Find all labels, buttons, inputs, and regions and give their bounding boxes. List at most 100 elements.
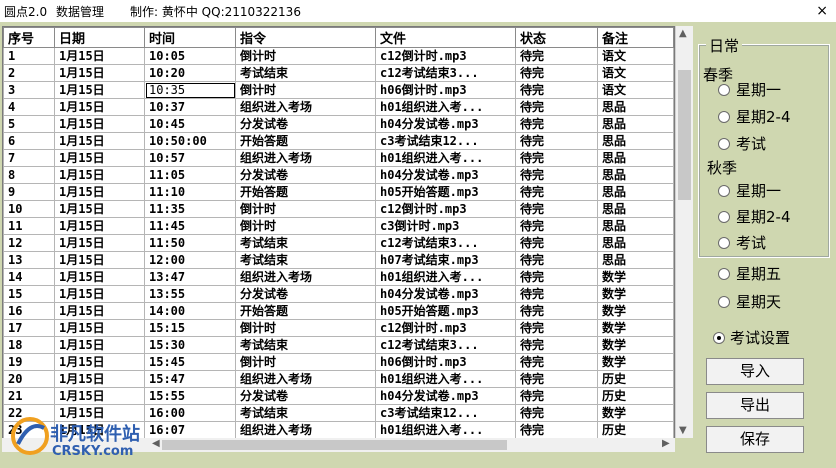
cell-index[interactable]: 7: [3, 149, 55, 167]
cell-file[interactable]: h01组织进入考...: [375, 149, 516, 167]
spring-tue-thu-label[interactable]: 星期2-4: [736, 106, 791, 127]
cell-index[interactable]: 19: [3, 353, 55, 371]
cell-status[interactable]: 待完: [515, 115, 598, 133]
cell-date[interactable]: 1月15日: [54, 302, 145, 320]
save-button[interactable]: 保存: [706, 426, 804, 453]
cell-index[interactable]: 14: [3, 268, 55, 286]
cell-date[interactable]: 1月15日: [54, 200, 145, 218]
cell-command[interactable]: 组织进入考场: [235, 370, 376, 388]
cell-index[interactable]: 10: [3, 200, 55, 218]
header-time[interactable]: 时间: [144, 27, 236, 48]
cell-time[interactable]: 10:20: [144, 64, 236, 82]
cell-index[interactable]: 8: [3, 166, 55, 184]
cell-command[interactable]: 考试结束: [235, 64, 376, 82]
table-row[interactable]: 3 1月15日 10:35 倒计时 h06倒计时.mp3 待完 语文: [3, 81, 674, 99]
cell-command[interactable]: 倒计时: [235, 200, 376, 218]
autumn-tue-thu-label[interactable]: 星期2-4: [736, 206, 791, 227]
table-row[interactable]: 6 1月15日 10:50:00 开始答题 c3考试结束12... 待完 思品: [3, 132, 674, 150]
radio-spring-exam[interactable]: [718, 138, 730, 150]
radio-exam-settings[interactable]: [713, 332, 725, 344]
cell-file[interactable]: h05开始答题.mp3: [375, 183, 516, 201]
cell-time[interactable]: 10:35: [144, 81, 236, 99]
cell-date[interactable]: 1月15日: [54, 98, 145, 116]
import-button[interactable]: 导入: [706, 358, 804, 385]
header-command[interactable]: 指令: [235, 27, 376, 48]
vertical-scroll-thumb[interactable]: [678, 70, 691, 200]
table-row[interactable]: 10 1月15日 11:35 倒计时 c12倒计时.mp3 待完 思品: [3, 200, 674, 218]
cell-status[interactable]: 待完: [515, 404, 598, 422]
cell-time[interactable]: 10:57: [144, 149, 236, 167]
cell-status[interactable]: 待完: [515, 302, 598, 320]
cell-date[interactable]: 1月15日: [54, 81, 145, 99]
cell-command[interactable]: 倒计时: [235, 353, 376, 371]
cell-file[interactable]: c3倒计时.mp3: [375, 217, 516, 235]
cell-file[interactable]: h04分发试卷.mp3: [375, 285, 516, 303]
table-row[interactable]: 16 1月15日 14:00 开始答题 h05开始答题.mp3 待完 数学: [3, 302, 674, 320]
cell-status[interactable]: 待完: [515, 200, 598, 218]
cell-date[interactable]: 1月15日: [54, 251, 145, 269]
cell-command[interactable]: 分发试卷: [235, 115, 376, 133]
cell-file[interactable]: h01组织进入考...: [375, 268, 516, 286]
cell-index[interactable]: 15: [3, 285, 55, 303]
cell-status[interactable]: 待完: [515, 98, 598, 116]
cell-date[interactable]: 1月15日: [54, 319, 145, 337]
table-row[interactable]: 11 1月15日 11:45 倒计时 c3倒计时.mp3 待完 思品: [3, 217, 674, 235]
cell-file[interactable]: c12倒计时.mp3: [375, 200, 516, 218]
cell-status[interactable]: 待完: [515, 183, 598, 201]
cell-date[interactable]: 1月15日: [54, 166, 145, 184]
cell-note[interactable]: 思品: [597, 115, 674, 133]
cell-date[interactable]: 1月15日: [54, 217, 145, 235]
friday-label[interactable]: 星期五: [736, 263, 781, 284]
table-row[interactable]: 18 1月15日 15:30 考试结束 c12考试结束3... 待完 数学: [3, 336, 674, 354]
cell-command[interactable]: 开始答题: [235, 183, 376, 201]
cell-file[interactable]: c12倒计时.mp3: [375, 47, 516, 65]
cell-command[interactable]: 分发试卷: [235, 166, 376, 184]
cell-note[interactable]: 数学: [597, 404, 674, 422]
header-date[interactable]: 日期: [54, 27, 145, 48]
cell-time[interactable]: 15:47: [144, 370, 236, 388]
cell-index[interactable]: 17: [3, 319, 55, 337]
radio-friday[interactable]: [718, 268, 730, 280]
cell-command[interactable]: 倒计时: [235, 81, 376, 99]
radio-sunday[interactable]: [718, 296, 730, 308]
cell-time[interactable]: 10:50:00: [144, 132, 236, 150]
cell-note[interactable]: 历史: [597, 421, 674, 439]
cell-index[interactable]: 11: [3, 217, 55, 235]
scroll-right-icon[interactable]: ▶: [662, 438, 670, 449]
vertical-scrollbar[interactable]: ▲ ▼: [675, 26, 693, 438]
cell-index[interactable]: 16: [3, 302, 55, 320]
cell-command[interactable]: 倒计时: [235, 47, 376, 65]
header-status[interactable]: 状态: [515, 27, 598, 48]
cell-time[interactable]: 15:45: [144, 353, 236, 371]
cell-command[interactable]: 组织进入考场: [235, 421, 376, 439]
cell-index[interactable]: 1: [3, 47, 55, 65]
cell-date[interactable]: 1月15日: [54, 132, 145, 150]
cell-file[interactable]: h04分发试卷.mp3: [375, 387, 516, 405]
cell-note[interactable]: 历史: [597, 387, 674, 405]
table-row[interactable]: 5 1月15日 10:45 分发试卷 h04分发试卷.mp3 待完 思品: [3, 115, 674, 133]
spring-exam-label[interactable]: 考试: [736, 133, 766, 154]
cell-time[interactable]: 10:37: [144, 98, 236, 116]
header-note[interactable]: 备注: [597, 27, 674, 48]
autumn-exam-label[interactable]: 考试: [736, 232, 766, 253]
table-row[interactable]: 21 1月15日 15:55 分发试卷 h04分发试卷.mp3 待完 历史: [3, 387, 674, 405]
cell-time[interactable]: 11:05: [144, 166, 236, 184]
cell-file[interactable]: c12考试结束3...: [375, 64, 516, 82]
cell-date[interactable]: 1月15日: [54, 115, 145, 133]
cell-status[interactable]: 待完: [515, 47, 598, 65]
cell-note[interactable]: 语文: [597, 47, 674, 65]
cell-status[interactable]: 待完: [515, 268, 598, 286]
cell-file[interactable]: h07考试结束.mp3: [375, 251, 516, 269]
cell-command[interactable]: 考试结束: [235, 404, 376, 422]
table-row[interactable]: 15 1月15日 13:55 分发试卷 h04分发试卷.mp3 待完 数学: [3, 285, 674, 303]
cell-file[interactable]: h06倒计时.mp3: [375, 81, 516, 99]
radio-autumn-tue-thu[interactable]: [718, 211, 730, 223]
cell-note[interactable]: 数学: [597, 285, 674, 303]
cell-time[interactable]: 11:35: [144, 200, 236, 218]
cell-date[interactable]: 1月15日: [54, 353, 145, 371]
cell-date[interactable]: 1月15日: [54, 183, 145, 201]
cell-command[interactable]: 倒计时: [235, 319, 376, 337]
table-row[interactable]: 14 1月15日 13:47 组织进入考场 h01组织进入考... 待完 数学: [3, 268, 674, 286]
cell-time[interactable]: 13:47: [144, 268, 236, 286]
table-row[interactable]: 17 1月15日 15:15 倒计时 c12倒计时.mp3 待完 数学: [3, 319, 674, 337]
